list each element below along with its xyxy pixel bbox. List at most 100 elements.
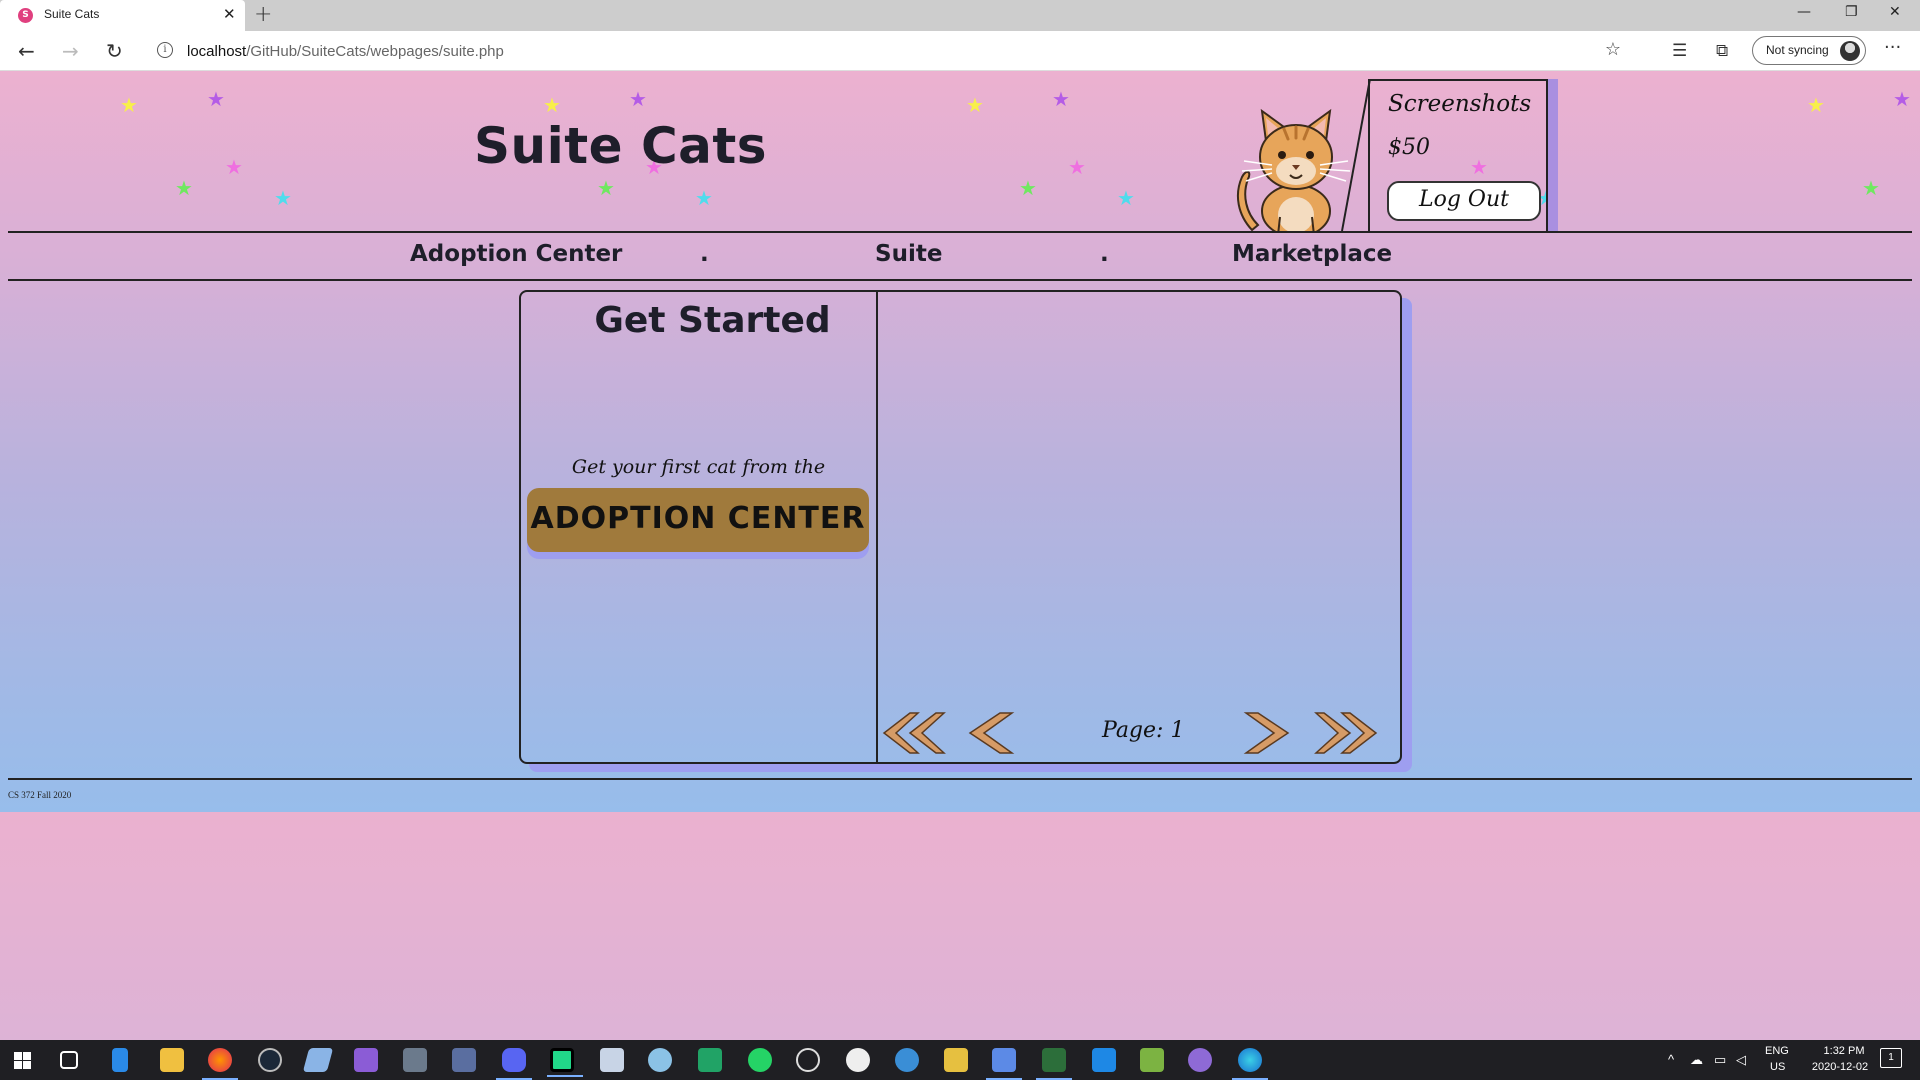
image-app-icon[interactable] (452, 1048, 476, 1072)
url-text[interactable]: localhost/GitHub/SuiteCats/webpages/suit… (187, 43, 504, 60)
discord-icon[interactable] (496, 1048, 532, 1080)
nav-marketplace[interactable]: Marketplace (1232, 241, 1392, 267)
windows-taskbar: ^ ☁ ▭ ◁ ENG US 1:32 PM 2020-12-02 1 (0, 1040, 1920, 1080)
star-icon: ★ (1862, 176, 1880, 200)
page-number: Page: 1 (1102, 718, 1185, 743)
adoption-center-button[interactable]: ADOPTION CENTER (527, 488, 869, 552)
footer-divider (8, 778, 1912, 780)
star-icon: ★ (1117, 186, 1135, 210)
nav-suite[interactable]: Suite (875, 241, 942, 267)
collections-icon[interactable]: ⧉ (1716, 41, 1728, 61)
last-page-icon[interactable] (1312, 710, 1378, 756)
nav-separator: . (700, 241, 709, 267)
paint-app-icon[interactable] (648, 1048, 672, 1072)
game-app-icon[interactable] (403, 1048, 427, 1072)
profile-avatar (1840, 41, 1860, 61)
address-bar[interactable]: i localhost/GitHub/SuiteCats/webpages/su… (145, 35, 1635, 67)
star-icon: ★ (1068, 155, 1086, 179)
nav-separator: . (1100, 241, 1109, 267)
next-page-icon[interactable] (1238, 710, 1294, 756)
forward-icon[interactable]: → (62, 39, 79, 63)
installer-app-icon[interactable] (1036, 1048, 1072, 1080)
more-menu-icon[interactable]: ··· (1884, 37, 1901, 58)
firefox-icon[interactable] (202, 1048, 238, 1080)
star-icon: ★ (274, 186, 292, 210)
restore-icon[interactable]: ❐ (1845, 4, 1858, 20)
clock-time[interactable]: 1:32 PM (1810, 1045, 1878, 1057)
network-icon[interactable]: ▭ (1714, 1052, 1726, 1068)
search-app-icon[interactable] (895, 1048, 919, 1072)
intro-text: Get your first cat from the (571, 456, 826, 478)
volume-icon[interactable]: ◁ (1736, 1052, 1746, 1068)
site-header: ★ ★ ★ ★ ★ ★ ★ ★ ★ ★ ★ ★ ★ ★ ★ ★ ★ ★ ★ ★ … (0, 71, 1920, 231)
previous-page-icon[interactable] (964, 710, 1020, 756)
window-close-icon[interactable]: ✕ (1889, 4, 1901, 20)
pycharm-icon[interactable] (547, 1048, 583, 1077)
notepad-icon[interactable] (1140, 1048, 1164, 1072)
page-body: ★ ★ ★ ★ ★ ★ ★ ★ ★ ★ ★ ★ ★ ★ ★ ★ ★ ★ ★ ★ … (0, 71, 1920, 812)
new-tab-icon[interactable]: + (254, 2, 272, 27)
language-bottom[interactable]: US (1770, 1061, 1785, 1073)
package-app-icon[interactable] (944, 1048, 968, 1072)
browser-tab[interactable]: S Suite Cats ✕ (0, 0, 245, 31)
nav-top-divider (8, 231, 1912, 233)
star-icon: ★ (1019, 176, 1037, 200)
back-icon[interactable]: ← (18, 39, 35, 63)
notification-icon[interactable]: 1 (1880, 1048, 1902, 1068)
vscode-icon[interactable] (1092, 1048, 1116, 1072)
money-balance: $50 (1388, 135, 1430, 160)
star-icon: ★ (966, 93, 984, 117)
get-started-pane: Get Started Get your first cat from the … (521, 292, 878, 762)
language-top[interactable]: ENG (1765, 1045, 1789, 1057)
star-icon: ★ (543, 93, 561, 117)
sync-label: Not syncing (1766, 43, 1829, 57)
star-icon: ★ (629, 87, 647, 111)
browser-toolbar: ← → ↻ i localhost/GitHub/SuiteCats/webpa… (0, 31, 1920, 71)
star-icon: ★ (207, 87, 225, 111)
get-started-heading: Get Started (594, 300, 831, 341)
steam-icon[interactable] (258, 1048, 282, 1072)
onedrive-icon[interactable]: ☁ (1690, 1052, 1703, 1068)
visual-studio-icon[interactable] (354, 1048, 378, 1072)
minimize-icon[interactable]: — (1797, 4, 1811, 20)
network-app-icon[interactable] (986, 1048, 1022, 1080)
browser-tab-bar: S Suite Cats ✕ + — ❐ ✕ (0, 0, 1920, 31)
star-icon: ★ (695, 186, 713, 210)
clock-date[interactable]: 2020-12-02 (1802, 1061, 1878, 1073)
sync-button[interactable]: Not syncing (1752, 36, 1866, 65)
edge-browser-icon[interactable] (1232, 1048, 1268, 1080)
favorite-star-icon[interactable]: ☆ (1605, 39, 1621, 60)
star-icon: ★ (1807, 93, 1825, 117)
tray-expand-icon[interactable]: ^ (1668, 1052, 1674, 1067)
obs-icon[interactable] (796, 1048, 820, 1072)
tab-favicon-icon: S (18, 8, 33, 23)
whatsapp-icon[interactable] (748, 1048, 772, 1072)
emoji-app-icon[interactable] (846, 1048, 870, 1072)
first-page-icon[interactable] (882, 710, 948, 756)
site-info-icon[interactable]: i (157, 42, 173, 58)
document-app-icon[interactable] (600, 1048, 624, 1072)
star-icon: ★ (1893, 87, 1911, 111)
page-background (0, 812, 1920, 1040)
site-title: Suite Cats (474, 117, 768, 175)
refresh-icon[interactable]: ↻ (106, 39, 123, 63)
media-app-icon[interactable] (1188, 1048, 1212, 1072)
task-view-icon[interactable] (60, 1051, 78, 1069)
cat-mascot-icon (1236, 108, 1351, 231)
phone-app-icon[interactable] (112, 1048, 128, 1072)
star-icon: ★ (225, 155, 243, 179)
spreadsheet-app-icon[interactable] (698, 1048, 722, 1072)
logout-button[interactable]: Log Out (1387, 181, 1541, 221)
start-icon[interactable] (14, 1052, 31, 1069)
notes-app-icon[interactable] (302, 1048, 334, 1072)
star-icon: ★ (1052, 87, 1070, 111)
file-explorer-icon[interactable] (160, 1048, 184, 1072)
favorites-icon[interactable]: ☰ (1672, 41, 1687, 61)
tab-close-icon[interactable]: ✕ (223, 5, 236, 23)
cat-pager: Page: 1 (878, 710, 1402, 760)
star-icon: ★ (597, 176, 615, 200)
suite-panel: Get Started Get your first cat from the … (519, 290, 1402, 764)
star-icon: ★ (175, 176, 193, 200)
star-icon: ★ (120, 93, 138, 117)
nav-adoption-center[interactable]: Adoption Center (410, 241, 622, 267)
